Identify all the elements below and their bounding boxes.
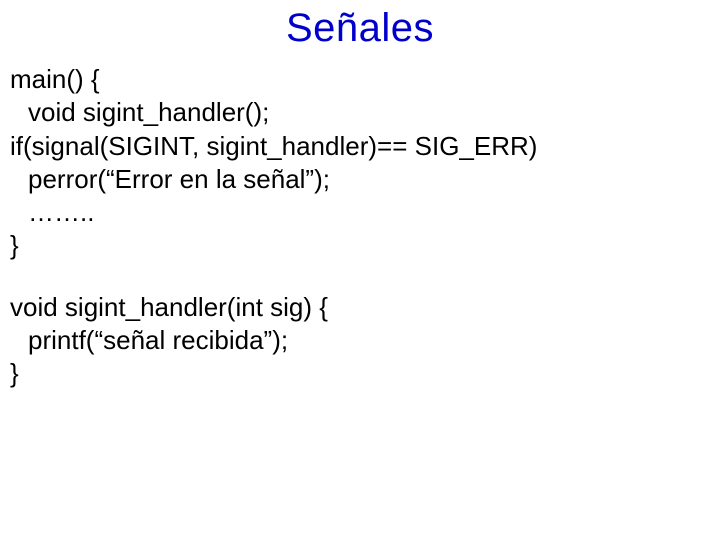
code-line: printf(“señal recibida”);: [10, 324, 710, 357]
code-line: }: [10, 357, 710, 390]
code-line: }: [10, 229, 710, 262]
code-line: void sigint_handler();: [10, 96, 710, 129]
code-line: void sigint_handler(int sig) {: [10, 291, 710, 324]
code-line: if(signal(SIGINT, sigint_handler)== SIG_…: [10, 130, 710, 163]
code-line: ……..: [10, 196, 710, 229]
code-block: main() { void sigint_handler(); if(signa…: [0, 51, 720, 390]
slide: Señales main() { void sigint_handler(); …: [0, 0, 720, 540]
code-line: main() {: [10, 63, 710, 96]
code-line: perror(“Error en la señal”);: [10, 163, 710, 196]
slide-title: Señales: [0, 0, 720, 51]
